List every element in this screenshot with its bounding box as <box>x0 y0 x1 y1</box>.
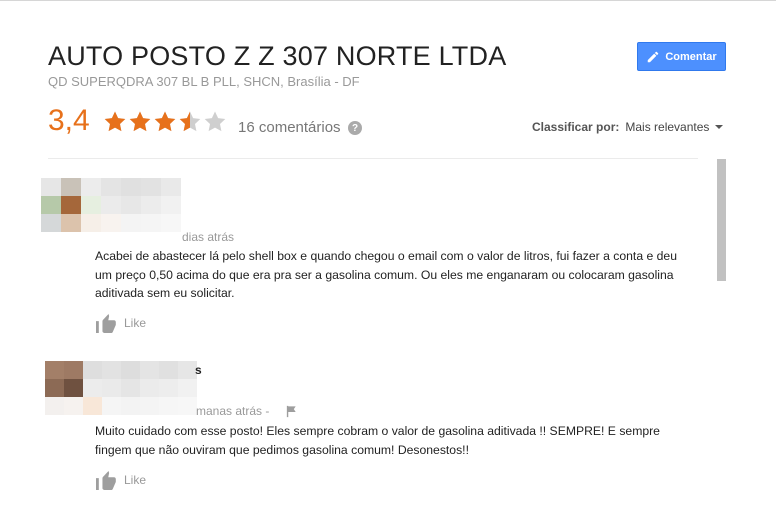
rating-value: 3,4 <box>48 104 90 137</box>
thumbs-up-icon <box>96 470 116 490</box>
avatar[interactable] <box>45 361 197 415</box>
chevron-down-icon <box>715 125 724 129</box>
avatar[interactable] <box>41 178 181 232</box>
scrollbar[interactable] <box>717 159 726 281</box>
star-icon <box>204 111 226 132</box>
pencil-icon <box>648 51 659 62</box>
sort-label: Classificar por: <box>532 120 620 134</box>
rating-stars <box>103 110 227 134</box>
sort-value: Mais relevantes <box>625 120 710 134</box>
business-address: QD SUPERQDRA 307 BL B PLL, SHCN, Brasíli… <box>48 74 360 89</box>
star-icon <box>129 111 151 132</box>
top-border <box>0 0 776 1</box>
business-name: AUTO POSTO Z Z 307 NORTE LTDA <box>48 41 507 71</box>
help-icon[interactable]: ? <box>348 121 362 135</box>
review-text: Acabei de abastecer lá pelo shell box e … <box>95 249 677 300</box>
flag-icon[interactable] <box>285 405 298 418</box>
star-icon <box>154 111 176 132</box>
reviewer-name[interactable]: s <box>195 363 202 377</box>
review-text: Muito cuidado com esse posto! Eles sempr… <box>95 424 660 457</box>
comment-button-label: Comentar <box>665 50 717 63</box>
comment-button[interactable]: Comentar <box>637 42 726 71</box>
star-icon <box>179 111 201 132</box>
like-button[interactable]: Like <box>96 313 146 333</box>
review-time: dias atrás <box>182 230 235 244</box>
review-time: manas atrás - <box>196 404 270 418</box>
like-label: Like <box>124 473 147 487</box>
like-label: Like <box>124 316 147 330</box>
divider <box>48 158 698 159</box>
like-button[interactable]: Like <box>96 470 146 490</box>
sort-dropdown[interactable]: Classificar por: Mais relevantes <box>532 120 724 134</box>
thumbs-up-icon <box>96 313 116 333</box>
star-icon <box>104 111 126 132</box>
review-count[interactable]: 16 comentários <box>238 119 341 136</box>
